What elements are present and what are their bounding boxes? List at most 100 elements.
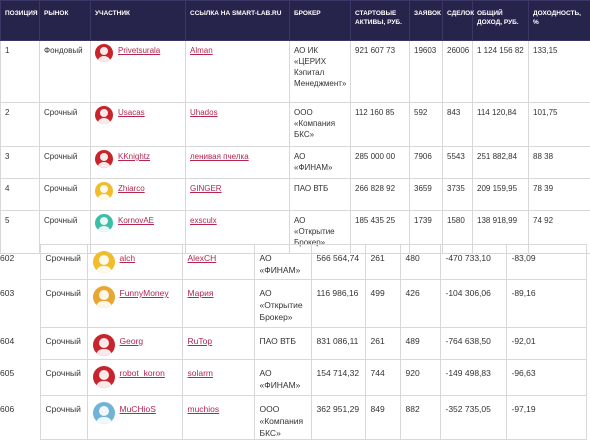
avatar [95,106,113,124]
broker-cell: АО «ФИНАМ» [254,360,311,396]
yield-cell: -96,63 [506,360,586,396]
smartlab-link[interactable]: Alman [190,46,213,55]
header-broker: БРОКЕР [290,1,351,41]
avatar [93,286,115,308]
broker-cell: АО ИК «ЦЕРИХ Кэпитал Менеджмент» [290,41,351,103]
participant-link[interactable]: Zhiarco [118,183,145,194]
avatar [95,182,113,200]
smartlab-link-cell: Мария [182,280,254,328]
income-cell: -470 733,10 [440,245,506,280]
participant-cell: robot_koron [87,360,182,396]
deals-cell: 426 [400,280,440,328]
yield-cell: 88 38 [529,147,590,179]
start-assets-cell: 285 000 00 [351,147,410,179]
start-assets-cell: 921 607 73 [351,41,410,103]
start-assets-cell: 116 986,16 [311,280,365,328]
smartlab-link[interactable]: ленивая пчелка [190,152,249,161]
yield-cell: -83,09 [506,245,586,280]
start-assets-cell: 154 714,32 [311,360,365,396]
broker-cell: ПАО ВТБ [290,179,351,211]
smartlab-link-cell: AlexCH [182,245,254,280]
orders-cell: 261 [365,245,400,280]
start-assets-cell: 362 951,29 [311,396,365,440]
smartlab-link[interactable]: GINGER [190,184,222,193]
table-row: 1 Фондовый Privetsurala Alman АО ИК «ЦЕР… [1,41,590,103]
participant-cell: KKnightz [91,147,186,179]
table-row: 4 Срочный Zhiarco GINGER ПАО ВТБ 266 828… [1,179,590,211]
participant-link[interactable]: FunnyMoney [120,287,169,299]
smartlab-link-cell: RuTop [182,328,254,360]
participant-link[interactable]: KKnightz [118,151,150,162]
orders-cell: 849 [365,396,400,440]
avatar [93,334,115,356]
deals-cell: 480 [400,245,440,280]
yield-cell: -89,16 [506,280,586,328]
position-cell: 4 [1,179,40,211]
broker-cell: АО «Открытие Брокер» [254,280,311,328]
participant-link[interactable]: robot_koron [120,367,165,379]
smartlab-link[interactable]: exsculx [190,216,217,225]
avatar [95,150,113,168]
smartlab-link-cell: Alman [186,41,290,103]
smartlab-link-cell: muchios [182,396,254,440]
start-assets-cell: 266 828 92 [351,179,410,211]
table-row: 605 Срочный robot_koron solarm АО «ФИНАМ… [40,360,586,396]
income-cell: -149 498,83 [440,360,506,396]
start-assets-cell: 566 564,74 [311,245,365,280]
yield-cell: 78 39 [529,179,590,211]
participant-cell: Zhiarco [91,179,186,211]
header-position: ПОЗИЦИЯ [1,1,40,41]
broker-cell: ООО «Компания БКС» [254,396,311,440]
smartlab-link[interactable]: RuTop [188,336,213,346]
deals-cell: 26006 [443,41,473,103]
orders-cell: 592 [410,103,443,147]
header-deals: СДЕЛОК [443,1,473,41]
broker-cell: АО «ФИНАМ» [290,147,351,179]
participant-link[interactable]: Usacas [118,107,145,118]
income-cell: 1 124 156 82 [473,41,529,103]
deals-cell: 489 [400,328,440,360]
avatar [95,214,113,232]
smartlab-link[interactable]: Uhados [190,108,218,117]
header-income: ОБЩИЙ ДОХОД, РУБ. [473,1,529,41]
participant-cell: alch [87,245,182,280]
participant-link[interactable]: Georg [120,335,144,347]
start-assets-cell: 831 086,11 [311,328,365,360]
market-cell: Срочный [40,103,91,147]
deals-cell: 843 [443,103,473,147]
leaderboard-top-table: ПОЗИЦИЯ РЫНОК УЧАСТНИК ССЫЛКА НА SMART-L… [0,0,590,254]
table-row: 606 Срочный MuCHioS muchios ООО «Компани… [40,396,586,440]
smartlab-link[interactable]: AlexCH [188,253,217,263]
start-assets-cell: 112 160 85 [351,103,410,147]
market-cell: Срочный [40,245,87,280]
table-row: 3 Срочный KKnightz ленивая пчелка АО «ФИ… [1,147,590,179]
orders-cell: 3659 [410,179,443,211]
table-row: 604 Срочный Georg RuTop ПАО ВТБ 831 086,… [40,328,586,360]
participant-link[interactable]: KornovAE [118,215,154,226]
participant-link[interactable]: MuCHioS [120,403,156,415]
header-link: ССЫЛКА НА SMART-LAB.RU [186,1,290,41]
smartlab-link-cell: solarm [182,360,254,396]
participant-cell: Georg [87,328,182,360]
market-cell: Срочный [40,147,91,179]
table-row: 602 Срочный alch AlexCH АО «ФИНАМ» 566 5… [40,245,586,280]
avatar [95,44,113,62]
smartlab-link[interactable]: solarm [188,368,214,378]
smartlab-link[interactable]: Мария [188,288,214,298]
header-start-assets: СТАРТОВЫЕ АКТИВЫ, РУБ. [351,1,410,41]
income-cell: 209 159,95 [473,179,529,211]
participant-link[interactable]: Privetsurala [118,45,160,56]
smartlab-link[interactable]: muchios [188,404,220,414]
participant-link[interactable]: alch [120,252,136,264]
header-orders: ЗАЯВОК [410,1,443,41]
yield-cell: 133,15 [529,41,590,103]
income-cell: -104 306,06 [440,280,506,328]
position-cell: 2 [1,103,40,147]
deals-cell: 920 [400,360,440,396]
orders-cell: 7906 [410,147,443,179]
position-cell: 1 [1,41,40,103]
broker-cell: ООО «Компания БКС» [290,103,351,147]
smartlab-link-cell: Uhados [186,103,290,147]
smartlab-link-cell: GINGER [186,179,290,211]
smartlab-link-cell: ленивая пчелка [186,147,290,179]
